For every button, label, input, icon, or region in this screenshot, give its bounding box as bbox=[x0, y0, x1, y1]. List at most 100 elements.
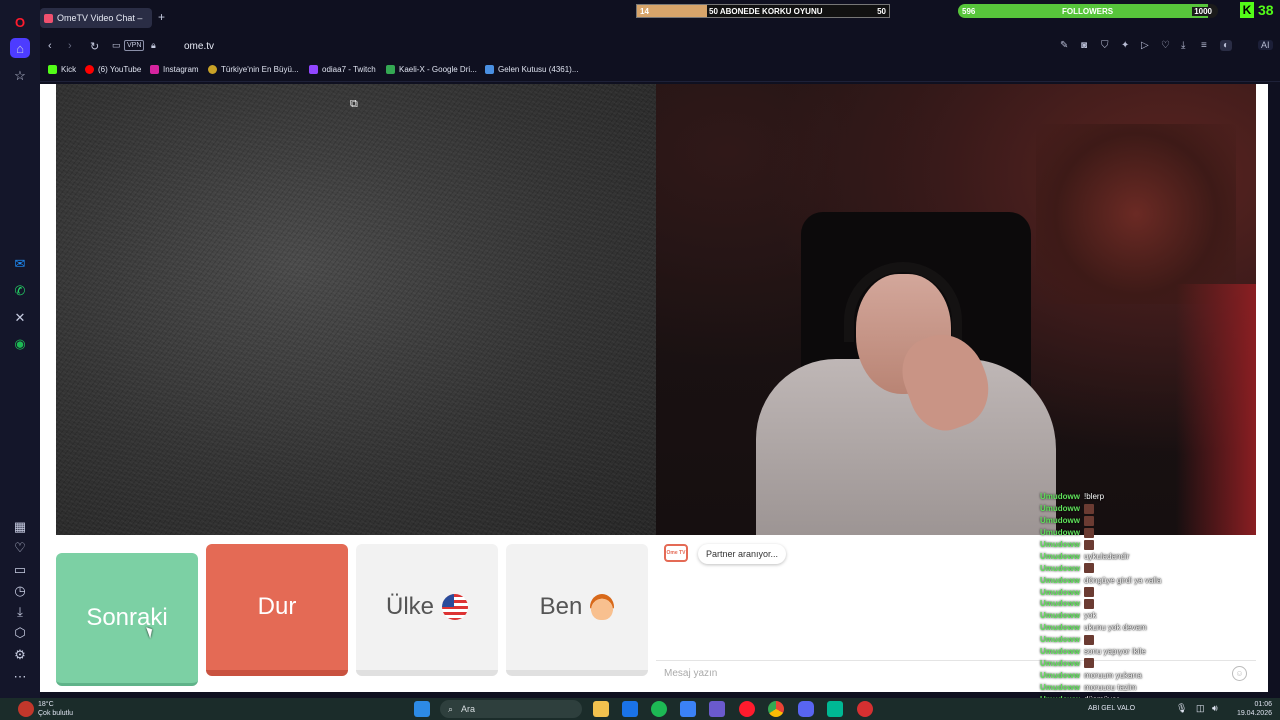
goal-current-value: 14 bbox=[640, 6, 649, 16]
spotify-icon[interactable]: ◉ bbox=[10, 334, 30, 354]
overlay-chat-row: Umudoww uykuladandir bbox=[1040, 550, 1240, 562]
heart-bookmark-icon[interactable]: ♡ bbox=[1161, 40, 1170, 51]
country-button[interactable]: Ülke bbox=[356, 544, 498, 676]
weather-widget[interactable]: 18°C Çok bulutlu bbox=[38, 700, 73, 718]
taskbar-search[interactable]: ⌕ Ara bbox=[440, 700, 582, 718]
overlay-chat-row: Umudoww bbox=[1040, 586, 1240, 598]
settings-gear-icon[interactable]: ⚙ bbox=[10, 645, 30, 665]
overlay-chat-user: Umudoww bbox=[1040, 647, 1080, 657]
shield-icon[interactable]: ⛉ bbox=[1101, 40, 1109, 51]
address-bar: ‹ › ↻ ▭ VPN 🔒︎ ome.tv ✎ ◙ ⛉ ✦ ▷ ♡ ⤓ ≡ ◐ … bbox=[40, 34, 1280, 60]
profile-icon[interactable]: ◐ bbox=[1220, 40, 1233, 51]
overlay-chat-row: Umudoww bbox=[1040, 503, 1240, 515]
emote-icon bbox=[1084, 634, 1094, 645]
vpn-badge[interactable]: VPN bbox=[124, 40, 145, 51]
overlay-chat-user: Umudoww bbox=[1040, 611, 1080, 621]
overlay-chat-message: uykuladandir bbox=[1084, 551, 1130, 561]
overlay-chat-user: Umudoww bbox=[1040, 528, 1080, 538]
url-field[interactable]: ome.tv bbox=[184, 41, 214, 52]
search-label: Ara bbox=[461, 704, 476, 714]
forward-icon[interactable]: › bbox=[68, 40, 72, 52]
mic-icon[interactable]: 🎙︎ bbox=[1176, 703, 1187, 714]
kick-icon bbox=[48, 65, 57, 74]
overlay-chat-row: Umudoww döngüye girdi ya valla bbox=[1040, 574, 1240, 586]
new-tab-button[interactable]: + bbox=[158, 10, 165, 24]
bookmark-twitch[interactable]: odiaa7 - Twitch bbox=[309, 65, 376, 74]
box-icon[interactable]: ⬡ bbox=[10, 623, 30, 643]
opera-taskbar-icon[interactable] bbox=[739, 701, 755, 717]
app-icon[interactable] bbox=[827, 701, 843, 717]
weather-icon[interactable] bbox=[18, 701, 34, 717]
chrome-icon[interactable] bbox=[768, 701, 784, 717]
overlay-chat-row: Umudoww bbox=[1040, 657, 1240, 669]
snapshot-icon[interactable]: ▭ bbox=[112, 40, 121, 51]
apps-grid-icon[interactable]: ▦ bbox=[10, 517, 30, 537]
edit-icon[interactable]: ✎ bbox=[1060, 40, 1068, 51]
overlay-chat-row: Umudoww bbox=[1040, 562, 1240, 574]
tab-ometv[interactable]: OmeTV Video Chat – bbox=[40, 8, 152, 28]
overlay-chat-row: Umudoww !blerp bbox=[1040, 491, 1240, 503]
app-icon[interactable] bbox=[680, 701, 696, 717]
tray-now-playing: ABI GEL VALO bbox=[1088, 705, 1136, 712]
bookmark-turkiye[interactable]: Türkiye'nin En Büyü... bbox=[208, 65, 299, 74]
app-icon[interactable] bbox=[857, 701, 873, 717]
overlay-chat-user: Umudoww bbox=[1040, 670, 1080, 680]
bookmark-kick[interactable]: Kick bbox=[48, 65, 76, 74]
next-button[interactable]: Sonraki bbox=[56, 553, 198, 686]
followers-target: 1000 bbox=[1192, 6, 1214, 16]
history-icon[interactable]: ◷ bbox=[10, 581, 30, 601]
downloads-icon[interactable]: ⤓ bbox=[1181, 40, 1185, 51]
whatsapp-icon[interactable]: ✆ bbox=[10, 281, 30, 301]
me-button[interactable]: Ben bbox=[506, 544, 648, 676]
heart-icon[interactable]: ♡ bbox=[10, 538, 30, 558]
menu-icon[interactable]: ≡ bbox=[1201, 40, 1207, 51]
back-icon[interactable]: ‹ bbox=[48, 40, 52, 52]
weather-temp: 18°C bbox=[38, 701, 54, 708]
bookmark-google-drive[interactable]: Kaeli-X - Google Dri... bbox=[386, 65, 477, 74]
home-icon[interactable]: ⌂ bbox=[10, 38, 30, 58]
volume-icon[interactable]: 🔊︎ bbox=[1212, 703, 1218, 714]
emote-icon bbox=[1084, 587, 1094, 598]
followers-label: FOLLOWERS bbox=[1062, 6, 1114, 16]
store-icon[interactable] bbox=[622, 701, 638, 717]
camera-icon[interactable]: ◙ bbox=[1081, 40, 1087, 51]
overlay-chat-user: Umudoww bbox=[1040, 682, 1080, 692]
bookmark-youtube[interactable]: (6) YouTube bbox=[85, 65, 141, 74]
ometv-logo-icon: Ome TV bbox=[664, 544, 688, 562]
overlay-chat-message: moruucu tazim bbox=[1084, 682, 1137, 692]
more-icon[interactable]: ⋯ bbox=[10, 667, 30, 687]
windows-taskbar: 18°C Çok bulutlu ⌕ Ara ABI GEL VALO 🎙︎ ◫… bbox=[0, 698, 1280, 720]
x-twitter-icon[interactable]: ✕ bbox=[10, 308, 30, 328]
overlay-chat-row: Umudoww moruucu tazim bbox=[1040, 681, 1240, 693]
picture-in-picture-icon[interactable]: ⧉ bbox=[350, 98, 358, 111]
ai-button[interactable]: AI bbox=[1258, 40, 1273, 50]
bookmark-label: Kick bbox=[61, 65, 77, 74]
opera-logo-icon[interactable]: O bbox=[10, 12, 30, 32]
goal-title: 50 ABONEDE KORKU OYUNU bbox=[709, 6, 823, 16]
file-explorer-icon[interactable] bbox=[593, 701, 609, 717]
download-icon[interactable]: ⤓ bbox=[10, 602, 30, 622]
extension-icon[interactable]: ✦ bbox=[1121, 40, 1129, 51]
spotify-taskbar-icon[interactable] bbox=[651, 701, 667, 717]
star-icon[interactable]: ☆ bbox=[10, 66, 30, 86]
stream-chat-overlay: Umudoww !blerp Umudoww Umudoww Umudoww Umudow… bbox=[1040, 491, 1240, 705]
overlay-chat-message: moruum yukarıa bbox=[1084, 670, 1142, 680]
stop-button[interactable]: Dur bbox=[206, 544, 348, 676]
reload-icon[interactable]: ↻ bbox=[90, 40, 99, 53]
bookmark-instagram[interactable]: Instagram bbox=[150, 65, 199, 74]
bookmark-inbox[interactable]: Gelen Kutusu (4361)... bbox=[485, 65, 579, 74]
bookmark-label: (6) YouTube bbox=[98, 65, 142, 74]
app-icon[interactable] bbox=[709, 701, 725, 717]
clock[interactable]: 01:06 19.04.2026 bbox=[1232, 700, 1272, 718]
network-icon[interactable]: ◫ bbox=[1196, 703, 1205, 714]
windows-start-icon[interactable] bbox=[414, 701, 430, 717]
overlay-chat-row: Umudoww sonu yapıyor ikile bbox=[1040, 646, 1240, 658]
chat-icon[interactable]: ▭ bbox=[10, 560, 30, 580]
discord-icon[interactable] bbox=[798, 701, 814, 717]
overlay-chat-user: Umudoww bbox=[1040, 658, 1080, 668]
emote-icon bbox=[1084, 598, 1094, 609]
messenger-icon[interactable]: ✉ bbox=[10, 254, 30, 274]
play-icon[interactable]: ▷ bbox=[1141, 40, 1149, 51]
emote-icon bbox=[1084, 503, 1094, 514]
overlay-chat-user: Umudoww bbox=[1040, 635, 1080, 645]
